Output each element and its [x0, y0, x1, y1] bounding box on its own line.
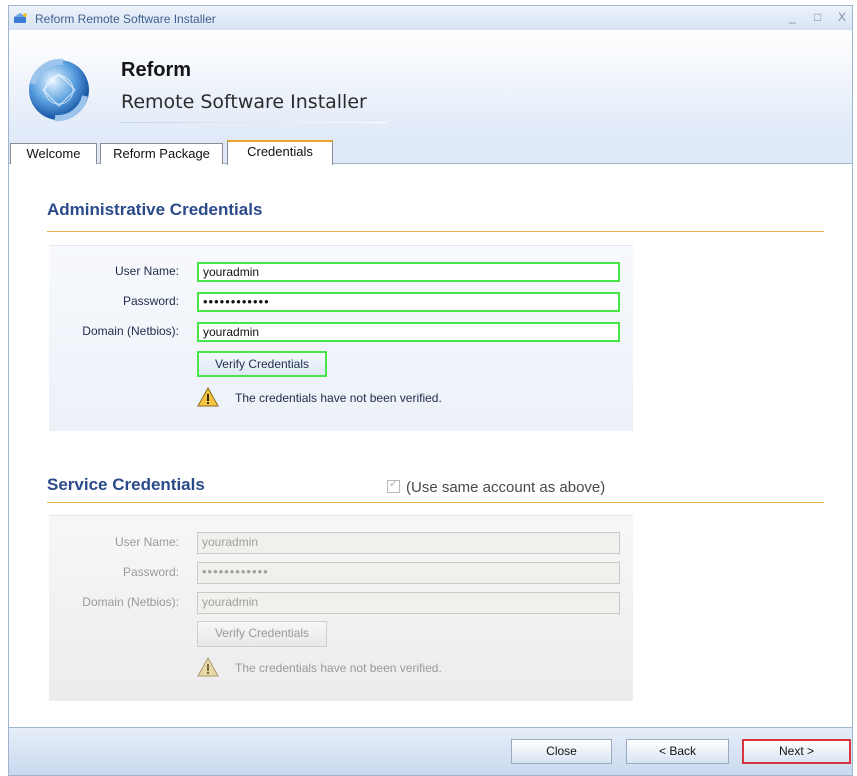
admin-username-label: User Name:	[114, 264, 179, 278]
close-window-button[interactable]: X	[838, 10, 846, 24]
admin-password-input[interactable]: ••••••••••••	[197, 292, 620, 312]
admin-domain-input[interactable]: youradmin	[197, 322, 620, 342]
tab-welcome[interactable]: Welcome	[10, 143, 97, 164]
window-title: Reform Remote Software Installer	[35, 12, 216, 26]
admin-section-title: Administrative Credentials	[47, 200, 263, 219]
service-password-label: Password:	[122, 565, 179, 579]
minimize-button[interactable]: _	[789, 10, 796, 24]
service-section-divider	[47, 502, 824, 503]
tab-strip: Welcome Reform Package Credentials	[9, 140, 852, 165]
app-icon	[14, 13, 27, 23]
admin-section-divider	[47, 231, 824, 232]
globe-logo-icon	[29, 58, 89, 122]
back-button[interactable]: < Back	[626, 739, 729, 764]
warning-icon	[197, 657, 219, 677]
service-credentials-panel: User Name: youradmin Password: •••••••••…	[49, 515, 633, 701]
tab-reform-package[interactable]: Reform Package	[100, 143, 223, 164]
next-button[interactable]: Next >	[742, 739, 851, 764]
admin-verify-credentials-button[interactable]: Verify Credentials	[197, 351, 327, 377]
service-username-input: youradmin	[197, 532, 620, 554]
app-subtitle: Remote Software Installer	[121, 91, 367, 113]
service-username-label: User Name:	[114, 535, 179, 549]
wizard-footer: Close < Back Next >	[9, 727, 852, 775]
admin-password-label: Password:	[122, 294, 179, 308]
maximize-button[interactable]: □	[814, 10, 821, 24]
installer-window: Reform Remote Software Installer _ □ X R…	[8, 5, 853, 776]
app-name: Reform	[121, 59, 192, 81]
checkbox-icon[interactable]: ✓	[387, 477, 400, 493]
service-verify-credentials-button: Verify Credentials	[197, 621, 327, 647]
warning-icon	[197, 387, 219, 407]
admin-username-input[interactable]: youradmin	[197, 262, 620, 282]
admin-domain-label: Domain (Netbios):	[82, 324, 179, 338]
credentials-page: Administrative Credentials User Name: yo…	[9, 164, 852, 727]
title-bar[interactable]: Reform Remote Software Installer _ □ X	[9, 6, 852, 30]
service-password-input: ••••••••••••	[197, 562, 620, 584]
use-same-account-label: (Use same account as above)	[406, 479, 606, 496]
checkmark-icon: ✓	[389, 477, 399, 490]
admin-credentials-panel: User Name: youradmin Password: •••••••••…	[49, 245, 633, 431]
service-domain-input: youradmin	[197, 592, 620, 614]
service-domain-label: Domain (Netbios):	[82, 595, 179, 609]
service-status-text: The credentials have not been verified.	[235, 661, 442, 675]
admin-status-text: The credentials have not been verified.	[235, 391, 442, 405]
use-same-account-checkbox[interactable]: ✓ (Use same account as above)	[387, 477, 606, 496]
header-divider	[121, 122, 386, 123]
tab-credentials[interactable]: Credentials	[227, 140, 333, 165]
service-section-title: Service Credentials	[47, 475, 205, 494]
close-button[interactable]: Close	[511, 739, 612, 764]
header-banner: Reform Remote Software Installer	[9, 30, 852, 140]
